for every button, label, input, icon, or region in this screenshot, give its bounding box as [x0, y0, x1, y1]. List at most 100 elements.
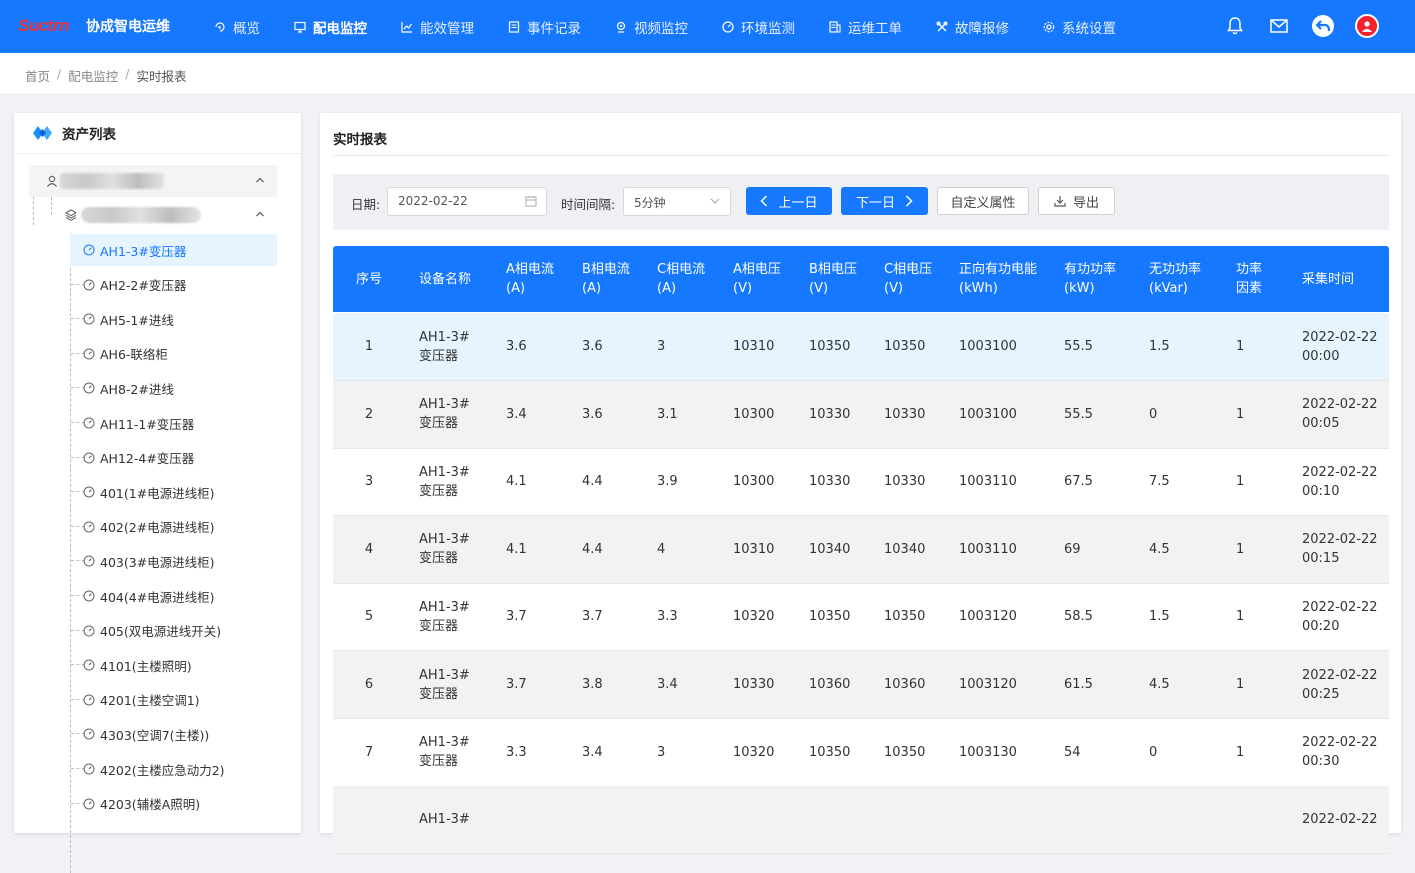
brand-logo[interactable]: Suctrn: [18, 16, 69, 36]
table-cell: 3.8: [582, 677, 603, 692]
asset-tree-item[interactable]: 401(1#电源进线柜): [70, 476, 277, 508]
table-cell: 3.3: [506, 744, 527, 760]
table-cell: 3.4: [506, 406, 527, 422]
prev-day-button[interactable]: 上一日: [746, 187, 832, 215]
meter-icon: [83, 452, 95, 464]
chevron-up-icon[interactable]: [255, 209, 265, 219]
nav-item-7[interactable]: 故障报修: [936, 17, 1009, 37]
nav-item-label: 事件记录: [527, 20, 581, 37]
meter-icon: [83, 659, 95, 671]
asset-tree-item[interactable]: 404(4#电源进线柜): [70, 580, 277, 612]
table-cell: 10350: [884, 339, 926, 354]
asset-tree-item[interactable]: AH1-3#变压器: [70, 234, 277, 266]
table-cell: 55.5: [1064, 339, 1093, 354]
asset-item-label: 403(3#电源进线柜): [100, 554, 215, 570]
chevron-up-icon[interactable]: [255, 175, 265, 185]
export-button[interactable]: 导出: [1038, 187, 1115, 215]
breadcrumb-monitor[interactable]: 配电监控: [68, 66, 118, 85]
asset-tree-item[interactable]: 403(3#电源进线柜): [70, 545, 277, 577]
table-row[interactable]: 5 AH1-3# 变压器 3.7 3.7 3.3 10320 10350 10350 10031…: [333, 583, 1389, 652]
table-row[interactable]: 2 AH1-3# 变压器 3.4 3.6 3.1 10300 10330 10330 10031…: [333, 380, 1389, 449]
nav-item-2[interactable]: 能效管理: [401, 17, 474, 37]
column-header[interactable]: B相电流 (A): [582, 246, 652, 312]
table-cell: 3.1: [657, 406, 678, 422]
table-cell: [1149, 786, 1229, 853]
asset-tree-item[interactable]: AH12-4#变压器: [70, 442, 277, 474]
column-header[interactable]: C相电流 (A): [657, 246, 727, 312]
asset-tree-item[interactable]: 402(2#电源进线柜): [70, 511, 277, 543]
layers-icon: [64, 209, 78, 221]
custom-attributes-button[interactable]: 自定义属性: [937, 187, 1029, 215]
tree-root-node[interactable]: [29, 165, 277, 197]
meter-icon: [83, 590, 95, 602]
column-header[interactable]: 序号: [333, 246, 405, 312]
asset-tree-item[interactable]: AH11-1#变压器: [70, 407, 277, 439]
column-header[interactable]: A相电流 (A): [506, 246, 576, 312]
date-picker[interactable]: 2022-02-22: [387, 187, 547, 216]
asset-tree-item[interactable]: AH2-2#变压器: [70, 269, 277, 301]
user-avatar-icon[interactable]: [1355, 14, 1379, 38]
prev-day-label: 上一日: [778, 195, 818, 211]
column-header[interactable]: 采集时间: [1302, 246, 1387, 312]
breadcrumb-separator: /: [125, 66, 130, 81]
bell-icon[interactable]: [1223, 14, 1247, 38]
table-cell: [733, 786, 803, 853]
column-header[interactable]: C相电压 (V): [884, 246, 954, 312]
asset-tree-item[interactable]: 405(双电源进线开关): [70, 615, 277, 647]
table-cell: 1: [1236, 406, 1245, 422]
meter-icon: [83, 521, 95, 533]
table-row[interactable]: 4 AH1-3# 变压器 4.1 4.4 4 10310 10340 10340 1003110…: [333, 515, 1389, 584]
redacted-root-label: [60, 173, 164, 189]
table-cell: 2: [364, 406, 374, 422]
table-row[interactable]: AH1-3# 2022-02-22: [333, 786, 1389, 855]
breadcrumb-separator: /: [57, 66, 62, 81]
asset-tree-item[interactable]: 4201(主楼空调1): [70, 684, 277, 716]
table-row[interactable]: 1 AH1-3# 变压器 3.6 3.6 3 10310 10350 10350 1003100…: [333, 313, 1389, 381]
table-row[interactable]: 7 AH1-3# 变压器 3.3 3.4 3 10320 10350 10350 1003130…: [333, 719, 1389, 787]
asset-item-label: AH11-1#变压器: [100, 416, 195, 432]
tree-group-node[interactable]: [51, 199, 277, 231]
column-header[interactable]: B相电压 (V): [809, 246, 879, 312]
date-value: 2022-02-22: [398, 194, 468, 208]
asset-tree-item[interactable]: AH8-2#进线: [70, 372, 277, 404]
table-row[interactable]: 6 AH1-3# 变压器 3.7 3.8 3.4 10330 10360 10360 10031…: [333, 651, 1389, 719]
table-cell: 1: [1236, 677, 1245, 692]
table-cell: AH1-3# 变压器: [419, 532, 470, 567]
asset-item-label: 404(4#电源进线柜): [100, 589, 215, 605]
table-cell: [506, 786, 576, 853]
table-cell: 10330: [809, 406, 851, 422]
asset-tree-item[interactable]: 4101(主楼照明): [70, 649, 277, 681]
nav-item-8[interactable]: 系统设置: [1043, 17, 1116, 37]
asset-item-label: AH6-联络柜: [100, 347, 168, 363]
column-header[interactable]: A相电压 (V): [733, 246, 803, 312]
column-header[interactable]: 功率 因素: [1236, 246, 1286, 312]
table-cell: 4.5: [1149, 541, 1170, 557]
table-cell: 54: [1064, 744, 1081, 760]
tools-icon: [936, 21, 948, 33]
table-row[interactable]: 3 AH1-3# 变压器 4.1 4.4 3.9 10300 10330 10330 10031…: [333, 448, 1389, 517]
interval-select[interactable]: 5分钟: [623, 187, 731, 216]
breadcrumb-home[interactable]: 首页: [25, 66, 50, 85]
column-header[interactable]: 无功功率 (kVar): [1149, 246, 1229, 312]
nav-item-1[interactable]: 配电监控: [294, 17, 367, 37]
asset-tree-item[interactable]: AH6-联络柜: [70, 338, 277, 370]
asset-tree-item[interactable]: AH5-1#进线: [70, 303, 277, 335]
nav-item-0[interactable]: 概览: [214, 17, 260, 37]
mail-icon[interactable]: [1267, 14, 1291, 38]
nav-item-4[interactable]: 视频监控: [615, 17, 688, 37]
column-header[interactable]: 设备名称: [419, 246, 499, 312]
table-cell: 2022-02-22 00:25: [1302, 667, 1378, 702]
asset-tree-item[interactable]: 4202(主楼应急动力2): [70, 753, 277, 785]
column-header[interactable]: 有功功率 (kW): [1064, 246, 1144, 312]
back-icon[interactable]: [1311, 14, 1335, 38]
next-day-button[interactable]: 下一日: [841, 187, 928, 215]
table-cell: 2022-02-22 00:00: [1302, 329, 1378, 364]
column-header[interactable]: 正向有功电能 (kWh): [959, 246, 1054, 312]
main-nav: 概览 配电监控 能效管理 事件记录 视频监控 环境监测 运维工单 故障报修 系统设置: [214, 0, 1150, 53]
asset-tree-item[interactable]: 4203(辅楼A照明): [70, 788, 277, 820]
nav-item-6[interactable]: 运维工单: [829, 17, 902, 37]
nav-item-3[interactable]: 事件记录: [508, 17, 581, 37]
table-cell: 1.5: [1149, 609, 1170, 625]
asset-tree-item[interactable]: 4303(空调7(主楼)): [70, 718, 277, 750]
nav-item-5[interactable]: 环境监测: [722, 17, 795, 37]
